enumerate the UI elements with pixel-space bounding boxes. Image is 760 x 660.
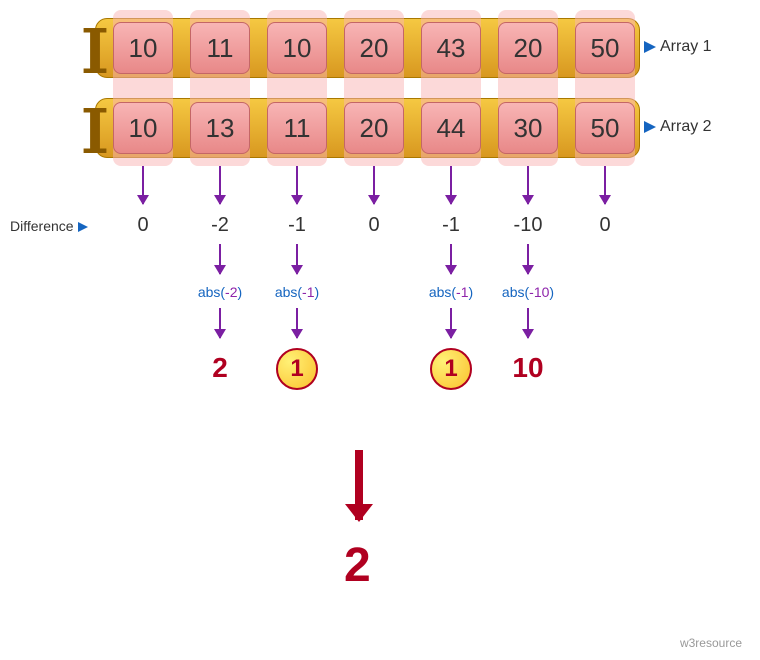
abs-result-circled: 1: [430, 348, 472, 390]
arrow-down-icon: [219, 308, 221, 338]
difference-value: -2: [190, 214, 250, 237]
array1-cell: 11: [190, 22, 250, 74]
diagram-root: [ ] [ ] 1010111310112020434420305050 Arr…: [0, 0, 760, 660]
array2-cell: 11: [267, 102, 327, 154]
abs-expression: abs(-1): [267, 284, 327, 300]
arrow-down-icon: [604, 166, 606, 204]
array1-cell: 20: [344, 22, 404, 74]
array2-cell: 13: [190, 102, 250, 154]
array1-cell: 10: [267, 22, 327, 74]
arrow-right-icon: [644, 41, 656, 53]
array1-cell: 10: [113, 22, 173, 74]
arrow-down-icon: [527, 244, 529, 274]
array1-cell: 20: [498, 22, 558, 74]
array1-cell: 50: [575, 22, 635, 74]
abs-expression: abs(-10): [498, 284, 558, 300]
arrow-down-icon: [450, 166, 452, 204]
difference-value: 0: [344, 214, 404, 237]
array2-cell: 50: [575, 102, 635, 154]
arrow-down-icon: [527, 308, 529, 338]
array1-label-row: Array 1: [644, 38, 712, 56]
arrow-down-icon: [296, 308, 298, 338]
array2-label-row: Array 2: [644, 118, 712, 136]
arrow-down-icon: [450, 244, 452, 274]
final-arrow: [355, 450, 363, 520]
array2-cell: 44: [421, 102, 481, 154]
arrow-down-icon: [373, 166, 375, 204]
array2-cell: 20: [344, 102, 404, 154]
footer-credit: w3resource: [680, 636, 742, 650]
arrow-down-icon: [450, 308, 452, 338]
arrow-down-icon: [296, 244, 298, 274]
abs-expression: abs(-2): [190, 284, 250, 300]
arrow-right-icon: [78, 222, 88, 232]
difference-label: Difference: [10, 218, 74, 234]
arrow-down-icon: [219, 166, 221, 204]
array1-cell: 43: [421, 22, 481, 74]
bracket-close-top: ]: [83, 20, 99, 75]
arrow-down-icon: [142, 166, 144, 204]
array1-label: Array 1: [660, 38, 712, 56]
arrow-down-icon: [296, 166, 298, 204]
difference-value: -10: [498, 214, 558, 237]
arrow-down-icon: [219, 244, 221, 274]
difference-value: -1: [421, 214, 481, 237]
abs-result-circled: 1: [276, 348, 318, 390]
array2-cell: 10: [113, 102, 173, 154]
arrow-down-icon: [527, 166, 529, 204]
array2-label: Array 2: [660, 118, 712, 136]
final-result: 2: [344, 538, 371, 593]
difference-label-row: Difference: [10, 218, 92, 234]
difference-value: 0: [575, 214, 635, 237]
difference-value: -1: [267, 214, 327, 237]
arrow-right-icon: [644, 121, 656, 133]
abs-expression: abs(-1): [421, 284, 481, 300]
abs-result: 2: [190, 352, 250, 384]
bracket-close-bot: ]: [83, 100, 99, 155]
array2-cell: 30: [498, 102, 558, 154]
abs-result: 10: [498, 352, 558, 384]
difference-value: 0: [113, 214, 173, 237]
